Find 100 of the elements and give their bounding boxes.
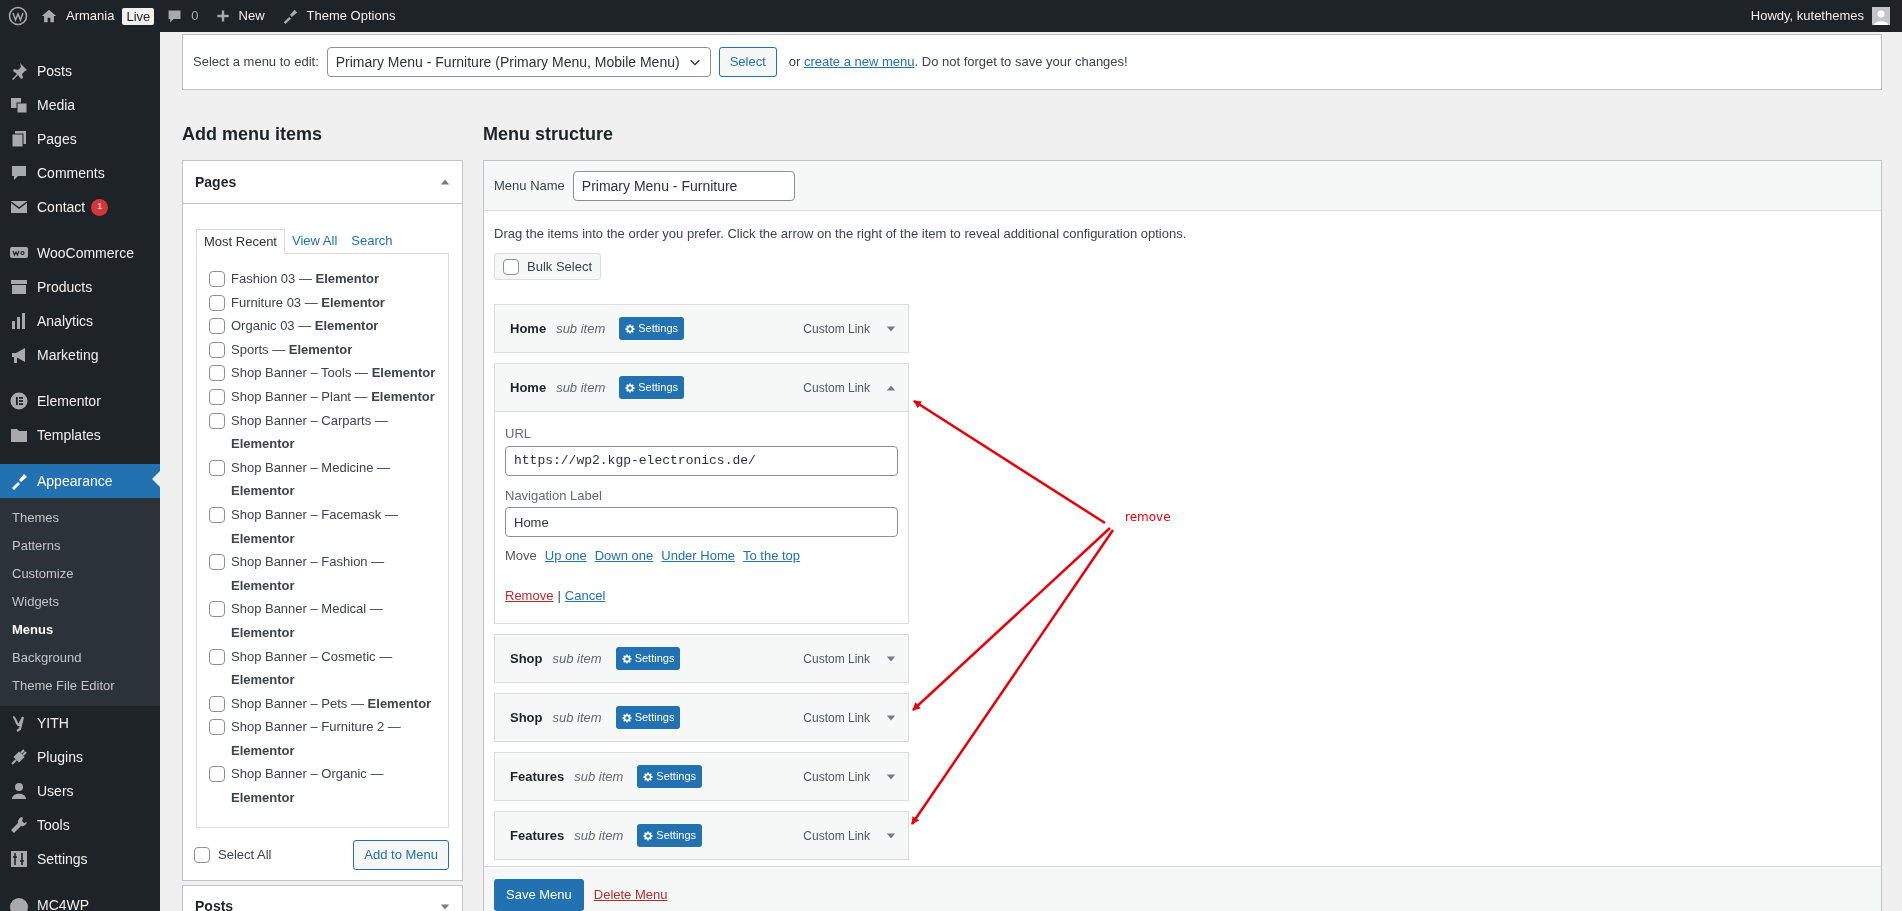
theme-options-link[interactable]: Theme Options	[280, 6, 396, 26]
new-link[interactable]: New	[214, 6, 265, 26]
page-label: Furniture 03 — Elementor	[231, 293, 385, 312]
checkbox[interactable]	[209, 365, 225, 382]
page-label: Fashion 03 — Elementor	[231, 270, 380, 288]
settings-button[interactable]: Settings	[615, 647, 681, 670]
sidebar-item[interactable]: Plugins	[0, 740, 160, 774]
sidebar-item[interactable]: MC4WP	[0, 888, 160, 911]
sidebar-label: Plugins	[37, 747, 83, 767]
settings-button[interactable]: Settings	[619, 376, 684, 399]
sidebar-label: Pages	[37, 129, 77, 149]
checkbox[interactable]	[209, 506, 225, 523]
site-link[interactable]: Armania	[40, 6, 115, 26]
select-all-label: Select All	[218, 846, 272, 865]
create-menu-link[interactable]: create a new menu	[803, 54, 915, 70]
sidebar-item[interactable]: Settings	[0, 842, 160, 876]
instruction-text: Drag the items into the order you prefer. Click the arrow on the right of the item to reveal additional configuration options.	[494, 225, 1188, 243]
gear-icon	[625, 323, 636, 334]
sidebar-item[interactable]: Media	[0, 88, 160, 122]
section-heading: Menu structure	[483, 123, 615, 146]
url-field[interactable]: https://wp2.kgp-electronics.de/	[505, 445, 898, 476]
sidebar-item[interactable]: Templates	[0, 418, 160, 452]
checkbox[interactable]	[209, 318, 225, 335]
sidebar-label: Settings	[37, 849, 88, 869]
home-icon	[40, 7, 58, 25]
checkbox[interactable]	[209, 695, 225, 712]
account-link[interactable]: Howdy, kutethemes	[1750, 6, 1894, 26]
logo-icon[interactable]	[8, 6, 28, 26]
comments-link[interactable]: 0	[166, 6, 199, 26]
navigation-label-field[interactable]: Home	[505, 507, 898, 537]
item-subtitle: sub item	[574, 767, 624, 786]
sidebar-item[interactable]: Analytics	[0, 304, 160, 338]
checkbox[interactable]	[209, 601, 225, 618]
sidebar-item[interactable]: YITH	[0, 706, 160, 740]
checkbox[interactable]	[209, 412, 225, 429]
tab[interactable]: View All	[285, 229, 345, 254]
tab[interactable]: Most Recent	[196, 229, 285, 254]
sidebar-item[interactable]: Contact 1	[0, 190, 160, 224]
settings-button[interactable]: Settings	[615, 706, 681, 729]
bulk-select-checkbox[interactable]	[503, 258, 519, 275]
sidebar-item[interactable]: Posts	[0, 54, 160, 88]
sidebar-label: Templates	[37, 425, 101, 445]
checkbox[interactable]	[209, 766, 225, 783]
submenu-item[interactable]: Widgets	[0, 588, 160, 616]
sidebar-item[interactable]: WooCommerce	[0, 236, 160, 270]
settings-button[interactable]: Settings	[637, 765, 703, 788]
checkbox[interactable]	[209, 341, 225, 358]
cancel-link[interactable]: Cancel	[564, 585, 606, 605]
submenu-item[interactable]: Themes	[0, 504, 160, 532]
select-all-checkbox[interactable]	[194, 847, 210, 863]
move-link[interactable]: Under Home	[661, 546, 735, 566]
delete-menu-link[interactable]: Delete Menu	[593, 884, 668, 905]
move-link[interactable]: To the top	[742, 546, 801, 566]
panel-header[interactable]: Pages	[183, 161, 462, 204]
menu-dropdown[interactable]: Primary Menu - Furniture (Primary Menu, Mobile Menu)	[326, 47, 711, 77]
sidebar-item[interactable]: Appearance	[0, 464, 160, 498]
submenu-item[interactable]: Background	[0, 644, 160, 672]
sidebar-item[interactable]: Users	[0, 774, 160, 808]
panel-header[interactable]: Posts	[182, 885, 463, 911]
triangle-up-icon	[440, 177, 450, 187]
sidebar-label: Products	[37, 277, 93, 297]
page-label: Shop Banner – Tools — Elementor	[231, 364, 436, 383]
submenu-item[interactable]: Patterns	[0, 532, 160, 560]
select-label: Select a menu to edit:	[193, 53, 319, 72]
menu-name-field[interactable]: Primary Menu - Furniture	[572, 170, 795, 201]
sidebar-item[interactable]: Marketing	[0, 338, 160, 372]
sidebar-item[interactable]: Tools	[0, 808, 160, 842]
sidebar-item[interactable]: Elementor	[0, 384, 160, 418]
submenu-item[interactable]: Theme File Editor	[0, 672, 160, 700]
checkbox[interactable]	[209, 459, 225, 476]
save-menu-button[interactable]: Save Menu	[494, 878, 584, 911]
wrench-icon	[9, 815, 29, 835]
sidebar-item[interactable]: Products	[0, 270, 160, 304]
checkbox[interactable]	[209, 388, 225, 405]
move-link[interactable]: Up one	[544, 546, 587, 566]
submenu-item[interactable]: Menus	[0, 616, 160, 644]
sidebar-item[interactable]: Pages	[0, 122, 160, 156]
count-badge: 1	[91, 198, 109, 216]
checkbox[interactable]	[209, 554, 225, 571]
sidebar-label: Tools	[37, 815, 70, 835]
item-type-label: Custom Link	[803, 709, 870, 727]
tab[interactable]: Search	[344, 229, 400, 254]
checkbox[interactable]	[209, 294, 225, 311]
checkbox[interactable]	[209, 271, 225, 287]
gear-icon	[643, 830, 654, 841]
panel-title: Posts	[195, 897, 234, 911]
bulk-select-button[interactable]: Bulk Select	[494, 253, 602, 280]
settings-button[interactable]: Settings	[637, 824, 703, 847]
select-button[interactable]: Select	[718, 47, 777, 77]
sidebar-item[interactable]: Comments	[0, 156, 160, 190]
sidebar-label: Elementor	[37, 391, 101, 411]
submenu-item[interactable]: Customize	[0, 560, 160, 588]
checkbox[interactable]	[209, 648, 225, 665]
checkbox[interactable]	[209, 719, 225, 736]
sidebar-label: MC4WP	[37, 895, 90, 911]
settings-button[interactable]: Settings	[619, 317, 684, 340]
remove-link[interactable]: Remove	[505, 585, 554, 605]
add-to-menu-button[interactable]: Add to Menu	[353, 840, 449, 870]
move-link[interactable]: Down one	[594, 546, 654, 566]
archive-box-icon	[9, 277, 29, 297]
